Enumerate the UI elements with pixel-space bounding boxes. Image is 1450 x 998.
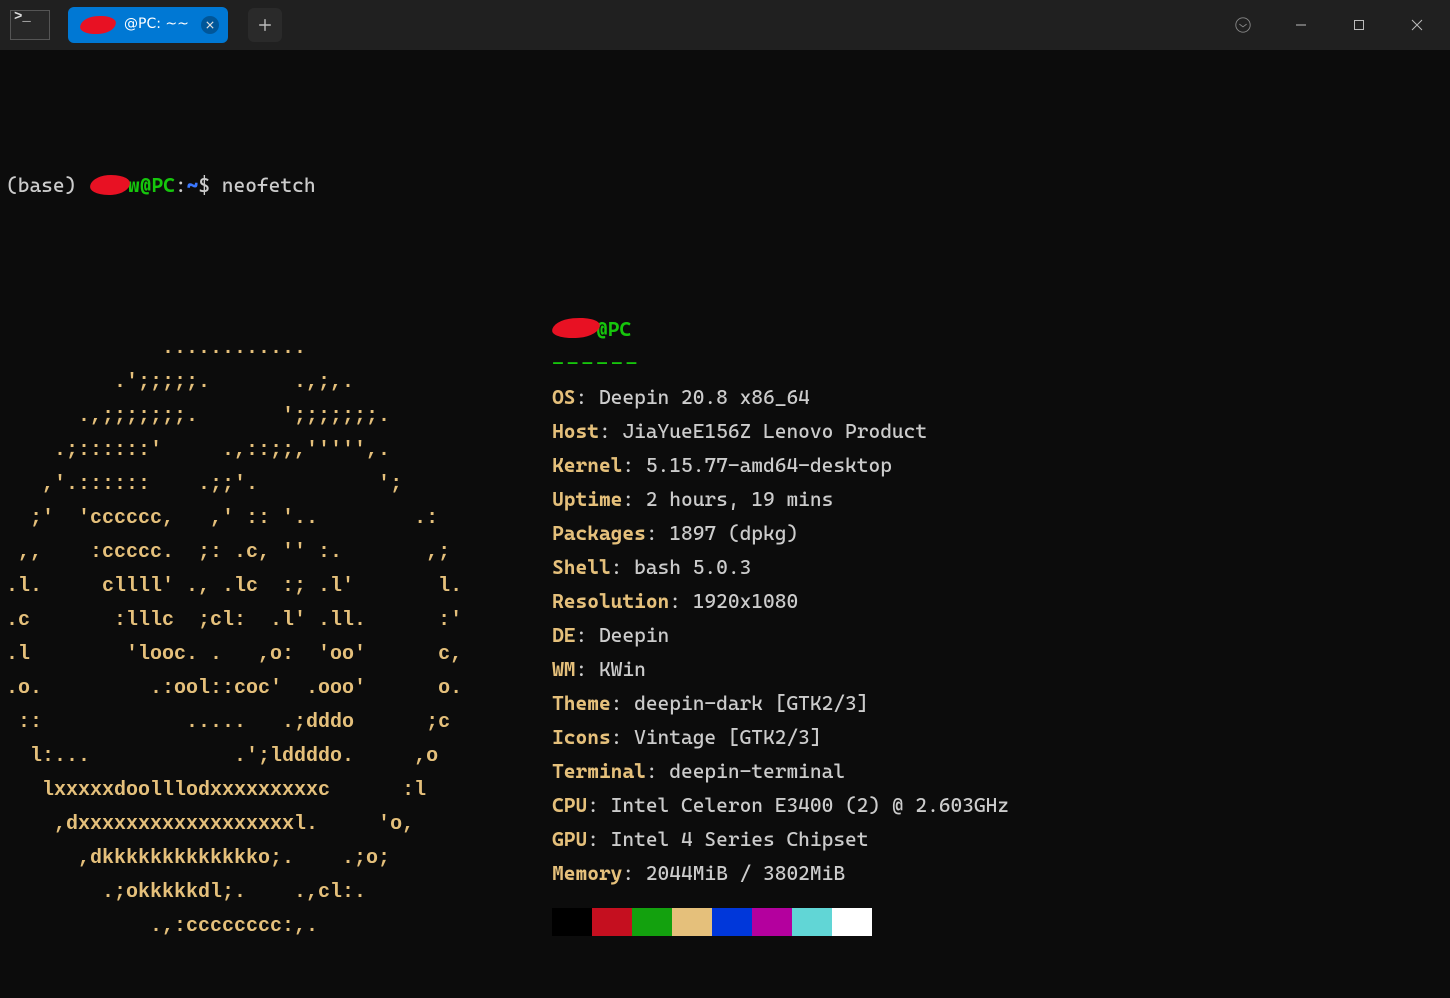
neofetch-value: Deepin 20.8 x86_64 bbox=[599, 385, 810, 409]
prompt-line: (base) w@PC:~$ neofetch bbox=[6, 168, 1442, 202]
window-controls bbox=[1220, 0, 1446, 50]
terminal-viewport[interactable]: (base) w@PC:~$ neofetch ............ .';… bbox=[0, 50, 1450, 998]
new-tab-button[interactable] bbox=[248, 8, 282, 42]
neofetch-value: Vintage [GTK2/3] bbox=[634, 725, 822, 749]
tab-close-button[interactable] bbox=[201, 16, 219, 34]
tab-active[interactable]: @PC: ~~ bbox=[68, 7, 228, 43]
maximize-button[interactable] bbox=[1330, 0, 1388, 50]
neofetch-username-redacted bbox=[551, 316, 601, 340]
neofetch-row: WM: KWin bbox=[552, 652, 1009, 686]
neofetch-row: Packages: 1897 (dpkg) bbox=[552, 516, 1009, 550]
color-swatch bbox=[632, 908, 672, 936]
neofetch-row: GPU: Intel 4 Series Chipset bbox=[552, 822, 1009, 856]
color-swatch bbox=[712, 908, 752, 936]
prompt-username-redacted bbox=[89, 174, 130, 197]
neofetch-value: Deepin bbox=[599, 623, 669, 647]
color-swatch bbox=[592, 908, 632, 936]
neofetch-key: Kernel bbox=[552, 453, 622, 477]
neofetch-row: CPU: Intel Celeron E3400 (2) @ 2.603GHz bbox=[552, 788, 1009, 822]
neofetch-key: WM bbox=[552, 657, 575, 681]
neofetch-key: OS bbox=[552, 385, 575, 409]
neofetch-key: CPU bbox=[552, 793, 587, 817]
neofetch-value: 5.15.77-amd64-desktop bbox=[646, 453, 892, 477]
color-swatch bbox=[792, 908, 832, 936]
neofetch-row: Memory: 2044MiB / 3802MiB bbox=[552, 856, 1009, 890]
neofetch-key: Memory bbox=[552, 861, 622, 885]
neofetch-row: Theme: deepin-dark [GTK2/3] bbox=[552, 686, 1009, 720]
neofetch-key: Resolution bbox=[552, 589, 669, 613]
neofetch-row: Uptime: 2 hours, 19 mins bbox=[552, 482, 1009, 516]
neofetch-value: deepin-dark [GTK2/3] bbox=[634, 691, 868, 715]
neofetch-value: bash 5.0.3 bbox=[634, 555, 751, 579]
neofetch-key: GPU bbox=[552, 827, 587, 851]
color-swatch bbox=[752, 908, 792, 936]
titlebar: @PC: ~~ bbox=[0, 0, 1450, 50]
color-swatch bbox=[832, 908, 872, 936]
neofetch-value: 1920x1080 bbox=[693, 589, 798, 613]
neofetch-value: 1897 (dpkg) bbox=[669, 521, 798, 545]
neofetch-key: DE bbox=[552, 623, 575, 647]
neofetch-value: 2 hours, 19 mins bbox=[646, 487, 834, 511]
neofetch-row: Icons: Vintage [GTK2/3] bbox=[552, 720, 1009, 754]
neofetch-key: Host bbox=[552, 419, 599, 443]
app-terminal-icon bbox=[10, 10, 50, 40]
prompt-user-host: w@PC bbox=[128, 173, 175, 197]
neofetch-key: Icons bbox=[552, 725, 611, 749]
tab-title: @PC: ~~ bbox=[124, 13, 189, 37]
neofetch-value: KWin bbox=[599, 657, 646, 681]
neofetch-value: Intel Celeron E3400 (2) @ 2.603GHz bbox=[611, 793, 1009, 817]
neofetch-row: Shell: bash 5.0.3 bbox=[552, 550, 1009, 584]
neofetch-value: 2044MiB / 3802MiB bbox=[646, 861, 845, 885]
neofetch-key: Theme bbox=[552, 691, 611, 715]
neofetch-color-swatches bbox=[552, 908, 1009, 936]
neofetch-key: Terminal bbox=[552, 759, 646, 783]
neofetch-ascii-logo: ............ .';;;;;. .,;,. .,;;;;;;;. '… bbox=[6, 332, 462, 944]
tab-username-redacted bbox=[79, 14, 117, 36]
neofetch-row: Terminal: deepin-terminal bbox=[552, 754, 1009, 788]
neofetch-key: Shell bbox=[552, 555, 611, 579]
color-swatch bbox=[672, 908, 712, 936]
dropdown-button[interactable] bbox=[1220, 0, 1266, 50]
neofetch-separator: ------ bbox=[552, 346, 1009, 380]
prompt-env: (base) bbox=[6, 173, 88, 197]
neofetch-row: OS: Deepin 20.8 x86_64 bbox=[552, 380, 1009, 414]
neofetch-info: @PC ------ OS: Deepin 20.8 x86_64Host: J… bbox=[552, 312, 1009, 964]
neofetch-value: Intel 4 Series Chipset bbox=[611, 827, 869, 851]
neofetch-key: Uptime bbox=[552, 487, 622, 511]
prompt-command: neofetch bbox=[222, 173, 316, 197]
neofetch-row: Host: JiaYueE156Z Lenovo Product bbox=[552, 414, 1009, 448]
prompt-path: ~ bbox=[187, 173, 199, 197]
neofetch-key: Packages bbox=[552, 521, 646, 545]
neofetch-row: Kernel: 5.15.77-amd64-desktop bbox=[552, 448, 1009, 482]
close-window-button[interactable] bbox=[1388, 0, 1446, 50]
color-swatch bbox=[552, 908, 592, 936]
neofetch-value: JiaYueE156Z Lenovo Product bbox=[622, 419, 927, 443]
neofetch-row: DE: Deepin bbox=[552, 618, 1009, 652]
neofetch-header: @PC bbox=[552, 317, 631, 341]
neofetch-value: deepin-terminal bbox=[669, 759, 845, 783]
minimize-button[interactable] bbox=[1272, 0, 1330, 50]
neofetch-row: Resolution: 1920x1080 bbox=[552, 584, 1009, 618]
